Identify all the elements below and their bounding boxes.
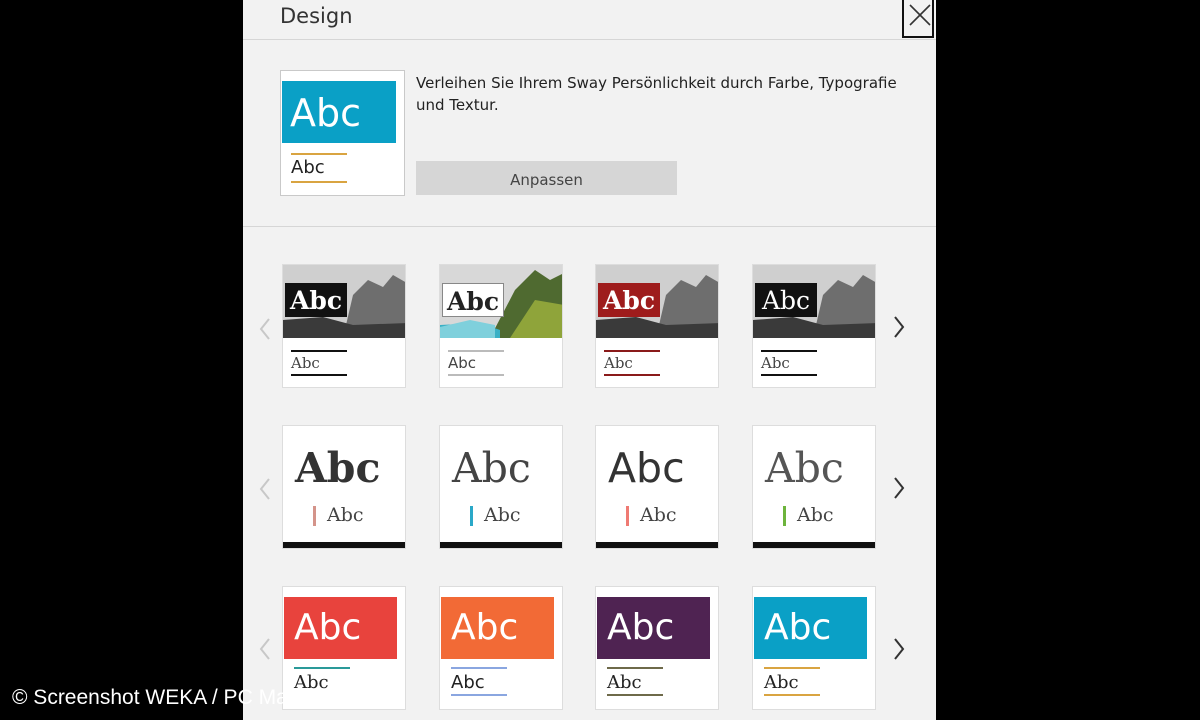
theme-card[interactable]: Abc Abc bbox=[752, 425, 876, 549]
photo-overlay: Abc bbox=[753, 265, 875, 338]
card-accent-line bbox=[448, 374, 504, 376]
card-accent-line bbox=[291, 350, 347, 352]
card-accent-line bbox=[604, 374, 660, 376]
chevron-right-icon[interactable] bbox=[887, 473, 911, 503]
card-accent-mark bbox=[783, 506, 786, 526]
card-accent-line bbox=[761, 350, 817, 352]
card-bottom-bar bbox=[753, 542, 875, 548]
card-small-text: Abc bbox=[797, 504, 834, 526]
theme-card[interactable]: Abc Abc bbox=[439, 425, 563, 549]
theme-card[interactable]: Abc Abc bbox=[439, 264, 563, 388]
watermark-credit: © Screenshot WEKA / PC Magazin bbox=[12, 686, 338, 709]
thumbnail-accent-line bbox=[291, 181, 347, 183]
card-accent-mark bbox=[470, 506, 473, 526]
thumbnail-small-text: Abc bbox=[291, 157, 325, 178]
chevron-left-icon[interactable] bbox=[253, 474, 277, 504]
card-color-block: Abc bbox=[754, 597, 867, 659]
card-accent-line bbox=[448, 350, 504, 352]
card-accent-line bbox=[291, 374, 347, 376]
card-accent-line bbox=[451, 667, 507, 669]
theme-card[interactable]: Abc Abc bbox=[752, 586, 876, 710]
card-accent-line bbox=[764, 667, 820, 669]
card-color-block: Abc bbox=[284, 597, 397, 659]
card-small-text: Abc bbox=[607, 672, 642, 693]
card-block-text: Abc bbox=[285, 283, 347, 317]
section-divider bbox=[243, 226, 936, 227]
card-accent-line bbox=[761, 374, 817, 376]
card-accent-line bbox=[604, 350, 660, 352]
thumbnail-color-block: Abc bbox=[282, 81, 396, 143]
theme-card[interactable]: Abc Abc bbox=[282, 425, 406, 549]
chevron-right-icon[interactable] bbox=[887, 312, 911, 342]
card-small-text: Abc bbox=[327, 504, 364, 526]
card-accent-mark bbox=[313, 506, 316, 526]
photo-overlay: Abc bbox=[596, 265, 718, 338]
chevron-left-icon[interactable] bbox=[253, 314, 277, 344]
current-design-thumbnail: Abc Abc bbox=[280, 70, 405, 196]
card-big-text: Abc bbox=[295, 444, 381, 492]
card-accent-line bbox=[451, 694, 507, 696]
card-accent-line bbox=[764, 694, 820, 696]
card-color-block: Abc bbox=[441, 597, 554, 659]
design-description: Verleihen Sie Ihrem Sway Persönlichkeit … bbox=[416, 74, 897, 114]
card-small-text: Abc bbox=[640, 504, 677, 526]
thumbnail-accent-line bbox=[291, 153, 347, 155]
card-block-text: Abc bbox=[755, 283, 817, 317]
card-accent-line bbox=[607, 667, 663, 669]
card-accent-line bbox=[294, 667, 350, 669]
card-small-text: Abc bbox=[764, 672, 799, 693]
card-small-text: Abc bbox=[604, 354, 633, 372]
card-big-text: Abc bbox=[451, 607, 519, 648]
header-divider bbox=[243, 39, 936, 40]
customize-button[interactable]: Anpassen bbox=[416, 161, 677, 195]
card-small-text: Abc bbox=[448, 354, 477, 372]
card-big-text: Abc bbox=[294, 607, 362, 648]
card-bottom-bar bbox=[440, 542, 562, 548]
theme-card[interactable]: Abc Abc bbox=[752, 264, 876, 388]
card-big-text: Abc bbox=[452, 444, 531, 492]
card-block-text: Abc bbox=[598, 283, 660, 317]
close-icon bbox=[909, 4, 931, 26]
card-bottom-bar bbox=[596, 542, 718, 548]
card-big-text: Abc bbox=[765, 444, 844, 492]
card-bottom-bar bbox=[283, 542, 405, 548]
card-small-text: Abc bbox=[451, 672, 485, 693]
design-panel: Design Abc Abc Verleihen Sie Ihrem Sway … bbox=[243, 0, 936, 720]
card-small-text: Abc bbox=[761, 354, 790, 372]
chevron-left-icon[interactable] bbox=[253, 634, 277, 664]
card-accent-line bbox=[607, 694, 663, 696]
card-small-text: Abc bbox=[484, 504, 521, 526]
panel-title: Design bbox=[280, 4, 353, 28]
card-block-text: Abc bbox=[442, 283, 504, 317]
photo-overlay: Abc bbox=[440, 265, 562, 338]
thumbnail-big-text: Abc bbox=[290, 91, 362, 135]
chevron-right-icon[interactable] bbox=[887, 634, 911, 664]
card-small-text: Abc bbox=[291, 354, 320, 372]
photo-overlay: Abc bbox=[283, 265, 405, 338]
card-color-block: Abc bbox=[597, 597, 710, 659]
theme-card[interactable]: Abc Abc bbox=[282, 264, 406, 388]
theme-card[interactable]: Abc Abc bbox=[595, 586, 719, 710]
card-big-text: Abc bbox=[764, 607, 832, 648]
theme-card[interactable]: Abc Abc bbox=[595, 264, 719, 388]
card-big-text: Abc bbox=[607, 607, 675, 648]
card-accent-mark bbox=[626, 506, 629, 526]
theme-card[interactable]: Abc Abc bbox=[595, 425, 719, 549]
theme-card[interactable]: Abc Abc bbox=[439, 586, 563, 710]
card-big-text: Abc bbox=[608, 444, 685, 492]
close-button[interactable] bbox=[902, 0, 934, 38]
